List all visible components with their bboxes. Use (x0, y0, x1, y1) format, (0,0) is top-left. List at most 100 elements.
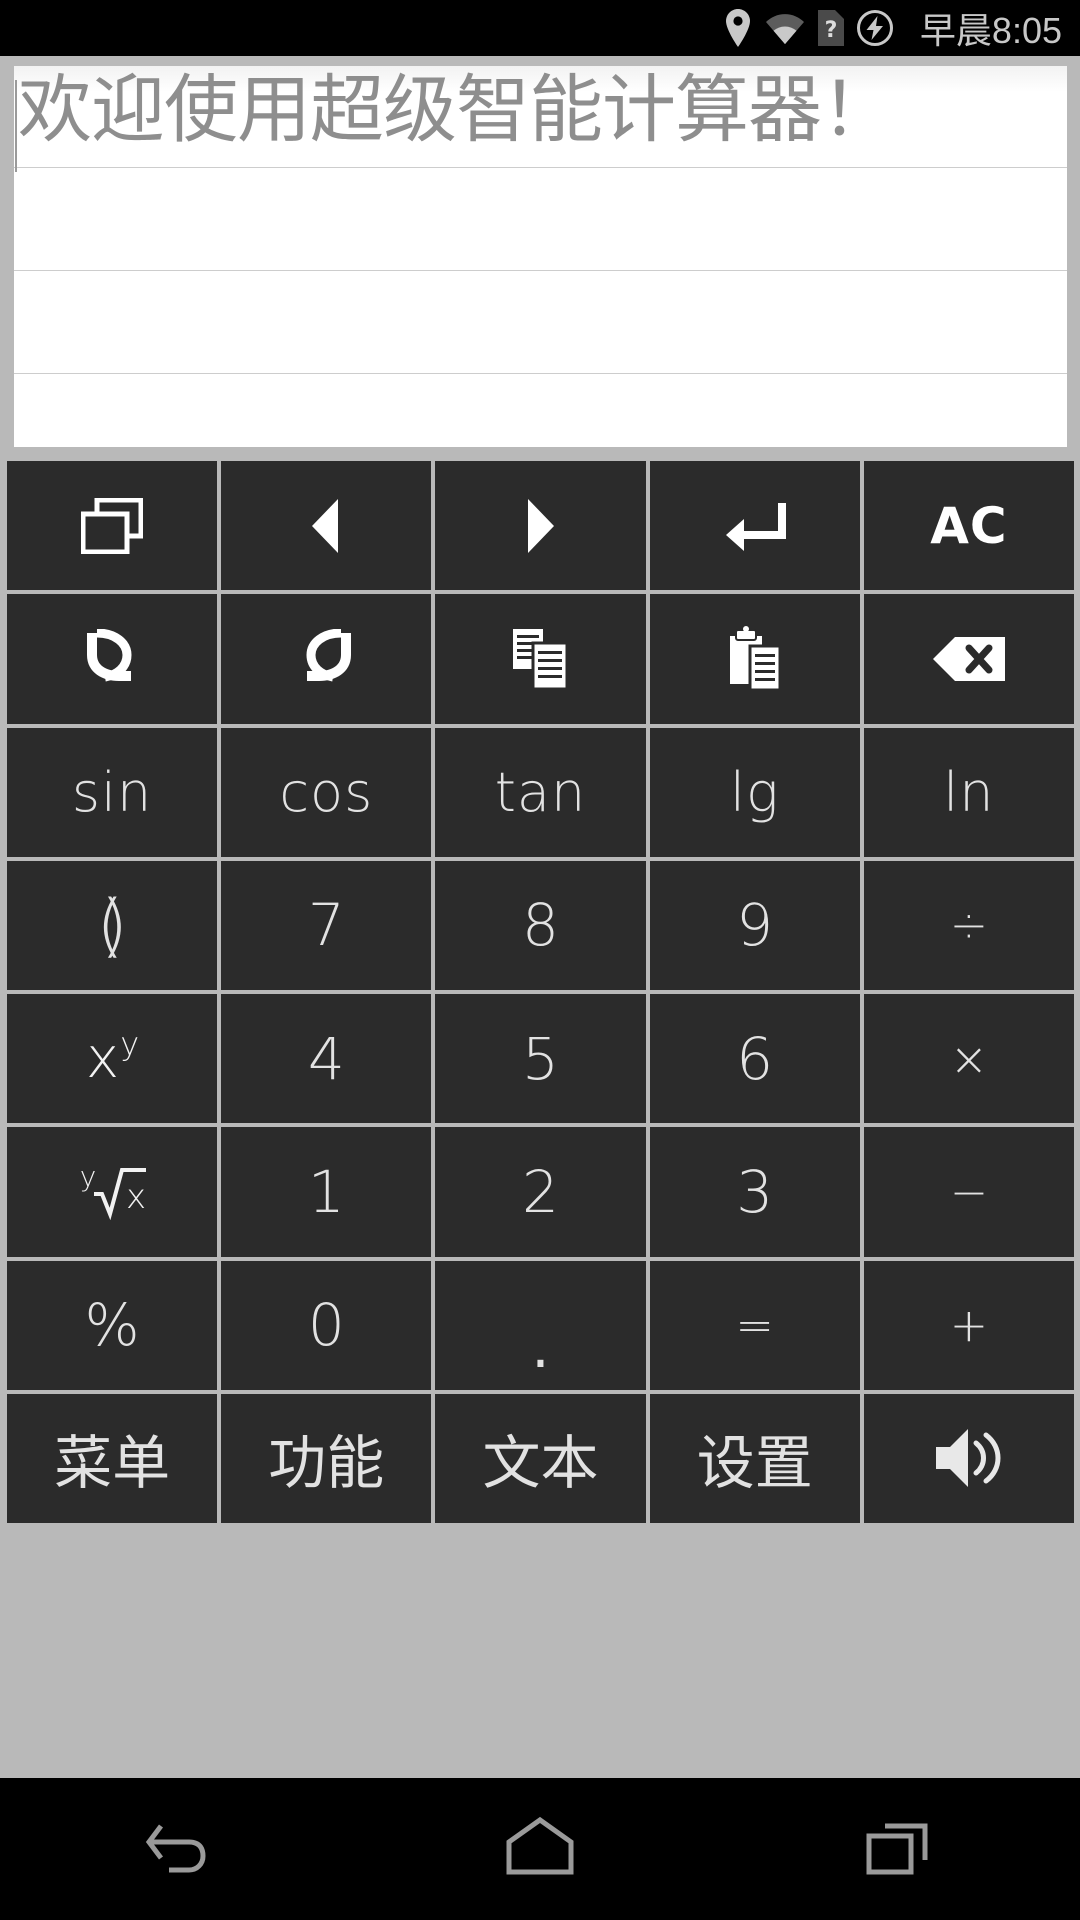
key-digit-5[interactable]: 5 (435, 994, 646, 1124)
key-label: = (735, 1298, 774, 1353)
arrow-right-icon (520, 497, 560, 555)
display-divider (14, 373, 1067, 374)
key-digit-1[interactable]: 1 (221, 1127, 432, 1257)
key-label: 0 (307, 1291, 345, 1360)
text-caret (15, 80, 17, 172)
key-digit-8[interactable]: 8 (435, 860, 646, 990)
key-redo[interactable] (221, 594, 432, 724)
key-all-clear[interactable]: AC (863, 461, 1074, 591)
key-label: % (84, 1291, 140, 1360)
key-label: 1 (307, 1157, 345, 1226)
key-label: 3 (736, 1157, 774, 1226)
key-label: 6 (736, 1024, 774, 1093)
key-cos[interactable]: cos (221, 727, 432, 857)
key-decimal-point[interactable]: . (435, 1260, 646, 1390)
key-label: 9 (736, 891, 774, 960)
key-sound[interactable] (863, 1393, 1074, 1523)
key-digit-9[interactable]: 9 (649, 860, 860, 990)
key-label-root-index: y (79, 1159, 97, 1193)
home-icon (503, 1816, 577, 1883)
key-paste[interactable] (649, 594, 860, 724)
key-label: 8 (522, 891, 559, 960)
key-cursor-left[interactable] (221, 461, 432, 591)
key-label: lg (729, 760, 780, 824)
key-label: 文本 (482, 1429, 599, 1498)
location-pin-icon (724, 8, 752, 48)
calculator-display[interactable]: 欢迎使用超级智能计算器！ (14, 66, 1067, 447)
key-function[interactable]: 功能 (221, 1393, 432, 1523)
key-enter[interactable] (649, 461, 860, 591)
key-undo[interactable] (7, 594, 218, 724)
key-minus[interactable]: − (863, 1127, 1074, 1257)
key-label: tan (494, 760, 587, 824)
key-label: sin (71, 760, 153, 824)
windows-icon (81, 497, 144, 554)
calculator-keypad: AC sin cos tan lg ln () 7 8 9 ÷ x y 4 5 … (7, 461, 1074, 1523)
key-label: 2 (522, 1157, 559, 1226)
nav-recents-button[interactable] (800, 1778, 1000, 1920)
nav-back-button[interactable] (80, 1778, 280, 1920)
key-label: − (949, 1164, 989, 1219)
key-label: 5 (522, 1024, 559, 1093)
key-copy[interactable] (435, 594, 646, 724)
key-power[interactable]: xy (7, 994, 218, 1124)
key-digit-4[interactable]: 4 (221, 994, 432, 1124)
display-divider (14, 167, 1067, 168)
key-digit-6[interactable]: 6 (649, 994, 860, 1124)
back-icon (145, 1816, 215, 1883)
phone-screen: ? 早晨8:05 欢迎使用超级智能计算器！ AC sin cos tan lg … (0, 0, 1080, 1920)
key-label: ln (943, 760, 995, 824)
enter-return-icon (724, 499, 786, 553)
key-settings[interactable]: 设置 (649, 1393, 860, 1523)
key-label: () (96, 885, 128, 966)
svg-text:x: x (126, 1177, 146, 1217)
arrow-left-icon (306, 497, 346, 555)
key-digit-3[interactable]: 3 (649, 1127, 860, 1257)
key-equals[interactable]: = (649, 1260, 860, 1390)
key-parentheses[interactable]: () (7, 860, 218, 990)
display-divider (14, 270, 1067, 271)
status-icon-group: ? 早晨8:05 (724, 2, 1062, 54)
key-cursor-right[interactable] (435, 461, 646, 591)
key-label: 4 (307, 1024, 345, 1093)
key-plus[interactable]: + (863, 1260, 1074, 1390)
key-label-exponent: y (120, 1025, 140, 1064)
key-label: y x (76, 1160, 149, 1220)
backspace-icon (931, 635, 1007, 683)
key-label: × (949, 1031, 989, 1086)
key-divide[interactable]: ÷ (863, 860, 1074, 990)
sim-card-question-icon: ? (817, 10, 844, 46)
key-label: ÷ (949, 898, 989, 953)
nav-home-button[interactable] (440, 1778, 640, 1920)
key-sin[interactable]: sin (7, 727, 218, 857)
wifi-icon (764, 11, 806, 45)
android-nav-bar (0, 1778, 1080, 1920)
no-charge-icon (856, 9, 894, 47)
key-digit-2[interactable]: 2 (435, 1127, 646, 1257)
display-text: 欢迎使用超级智能计算器！ (18, 67, 895, 153)
key-menu[interactable]: 菜单 (7, 1393, 218, 1523)
key-label: 设置 (696, 1429, 813, 1498)
key-percent[interactable]: % (7, 1260, 218, 1390)
key-lg[interactable]: lg (649, 727, 860, 857)
key-label: cos (279, 760, 374, 824)
key-digit-7[interactable]: 7 (221, 860, 432, 990)
svg-text:?: ? (825, 18, 838, 43)
key-nth-root[interactable]: y x (7, 1127, 218, 1257)
key-multiply[interactable]: × (863, 994, 1074, 1124)
speaker-icon (932, 1427, 1006, 1489)
key-multi-window[interactable] (7, 461, 218, 591)
status-time: 早晨8:05 (919, 10, 1062, 51)
copy-icon (511, 627, 569, 691)
redo-icon (295, 628, 357, 689)
key-digit-0[interactable]: 0 (221, 1260, 432, 1390)
key-backspace[interactable] (863, 594, 1074, 724)
key-ln[interactable]: ln (863, 727, 1074, 857)
recents-icon (863, 1816, 937, 1883)
key-tan[interactable]: tan (435, 727, 646, 857)
key-label: xy (86, 1025, 140, 1091)
key-label: + (949, 1298, 989, 1353)
key-text[interactable]: 文本 (435, 1393, 646, 1523)
key-label: 菜单 (54, 1429, 171, 1498)
undo-icon (81, 628, 143, 689)
